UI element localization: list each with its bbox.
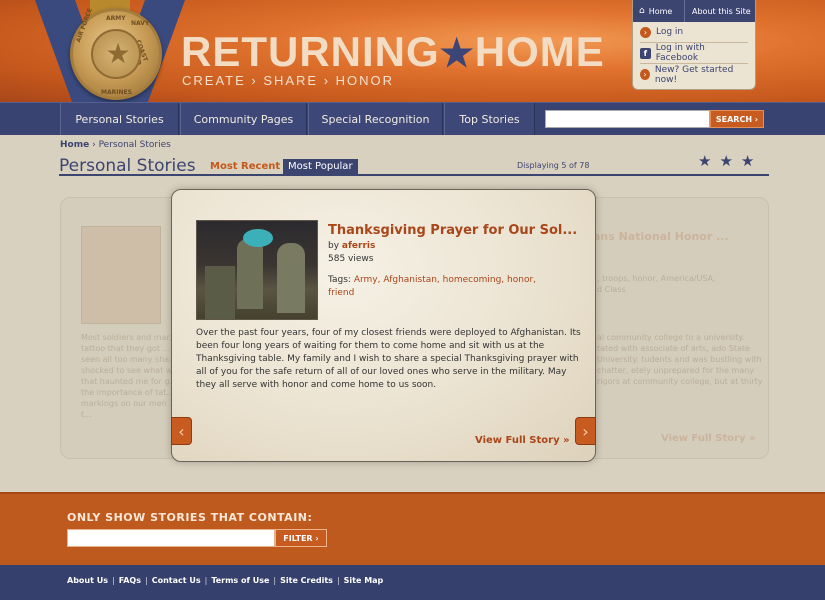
story-title: ans National Honor ... xyxy=(593,230,729,243)
footer-link-faqs[interactable]: FAQs xyxy=(119,576,141,585)
filter-bar: ONLY SHOW STORIES THAT CONTAIN: FILTER › xyxy=(0,492,825,565)
prev-arrow-icon[interactable]: ‹ xyxy=(171,417,192,445)
medal-word-army: ARMY xyxy=(106,15,126,22)
top-nav-about[interactable]: About this Site xyxy=(685,0,755,22)
filter-input[interactable] xyxy=(67,529,275,547)
story-tags-cont: d Class xyxy=(597,285,626,294)
facebook-icon: f xyxy=(640,47,651,59)
filter-button[interactable]: FILTER › xyxy=(275,529,327,547)
story-views: 585 views xyxy=(328,254,374,264)
get-started-link[interactable]: › New? Get started now! xyxy=(640,64,748,85)
breadcrumb-home[interactable]: Home xyxy=(60,140,89,150)
footer: About Us | FAQs | Contact Us | Terms of Use… xyxy=(0,565,825,600)
search-input[interactable] xyxy=(545,110,710,128)
rating-stars-icon: ★★★ xyxy=(698,152,763,170)
footer-links: About Us | FAQs | Contact Us | Terms of Use… xyxy=(67,576,384,585)
page-title: Personal Stories xyxy=(59,156,196,176)
title-divider xyxy=(59,174,769,176)
story-thumbnail xyxy=(81,226,161,324)
story-author: by aferris xyxy=(328,241,376,251)
nav-personal-stories[interactable]: Personal Stories xyxy=(60,103,179,136)
featured-story-card: Thanksgiving Prayer for Our Sol... by af… xyxy=(171,189,596,462)
login-link[interactable]: › Log in xyxy=(640,22,748,43)
arrow-circle-icon: › xyxy=(640,69,650,80)
military-medal-logo[interactable]: ARMY NAVY AIR FORCE COAST GUARD MARINES … xyxy=(70,7,162,100)
next-arrow-icon[interactable]: › xyxy=(575,417,596,445)
search-button[interactable]: SEARCH › xyxy=(710,110,764,128)
story-photo[interactable] xyxy=(196,220,318,320)
logo-star-icon: ★ xyxy=(439,33,475,75)
story-tags: Tags: Army, Afghanistan, homecoming, hon… xyxy=(328,275,537,298)
nav-special-recognition[interactable]: Special Recognition xyxy=(308,103,443,136)
result-count: Displaying 5 of 78 xyxy=(517,161,590,170)
view-full-story-link[interactable]: View Full Story » xyxy=(661,433,756,444)
breadcrumb-current: Personal Stories xyxy=(98,140,171,150)
view-full-story-link[interactable]: View Full Story » xyxy=(475,435,570,446)
site-logo[interactable]: RETURNING★HOME xyxy=(181,28,605,78)
nav-community-pages[interactable]: Community Pages xyxy=(180,103,307,136)
footer-link-sitemap[interactable]: Site Map xyxy=(344,576,384,585)
story-tags: , troops, honor, America/USA, xyxy=(597,274,716,283)
nav-top-stories[interactable]: Top Stories xyxy=(444,103,535,136)
medal-star-icon: ★ xyxy=(105,37,131,70)
facebook-login-link[interactable]: f Log in with Facebook xyxy=(640,43,748,64)
story-title[interactable]: Thanksgiving Prayer for Our Sol... xyxy=(328,223,577,238)
arrow-circle-icon: › xyxy=(640,26,651,38)
footer-link-contact[interactable]: Contact Us xyxy=(152,576,201,585)
story-excerpt: al community college to a university. ta… xyxy=(597,333,763,386)
tab-most-recent[interactable]: Most Recent xyxy=(210,161,280,172)
user-menu: ⌂ Home About this Site › Log in f Log in… xyxy=(632,0,756,90)
site-header: ARMY NAVY AIR FORCE COAST GUARD MARINES … xyxy=(0,0,825,102)
medal-word-marines: MARINES xyxy=(101,89,132,96)
tagline: CREATE › SHARE › HONOR xyxy=(182,73,395,88)
medal-word-navy: NAVY xyxy=(131,20,150,27)
author-link[interactable]: aferris xyxy=(342,241,375,251)
top-nav: ⌂ Home About this Site xyxy=(633,0,755,22)
filter-label: ONLY SHOW STORIES THAT CONTAIN: xyxy=(67,511,313,524)
footer-link-about[interactable]: About Us xyxy=(67,576,108,585)
footer-link-terms[interactable]: Terms of Use xyxy=(211,576,269,585)
footer-link-credits[interactable]: Site Credits xyxy=(280,576,333,585)
tab-most-popular[interactable]: Most Popular xyxy=(283,159,358,174)
home-icon: ⌂ xyxy=(639,6,645,16)
story-body: Over the past four years, four of my clo… xyxy=(196,328,581,390)
breadcrumb: Home › Personal Stories xyxy=(60,140,171,150)
tag-links[interactable]: Army, Afghanistan, homecoming, honor, fr… xyxy=(328,275,536,298)
main-nav: Personal Stories Community Pages Special… xyxy=(0,102,825,136)
story-card-right[interactable]: ans National Honor ... , troops, honor, … xyxy=(580,197,769,459)
top-nav-home[interactable]: ⌂ Home xyxy=(633,0,685,22)
